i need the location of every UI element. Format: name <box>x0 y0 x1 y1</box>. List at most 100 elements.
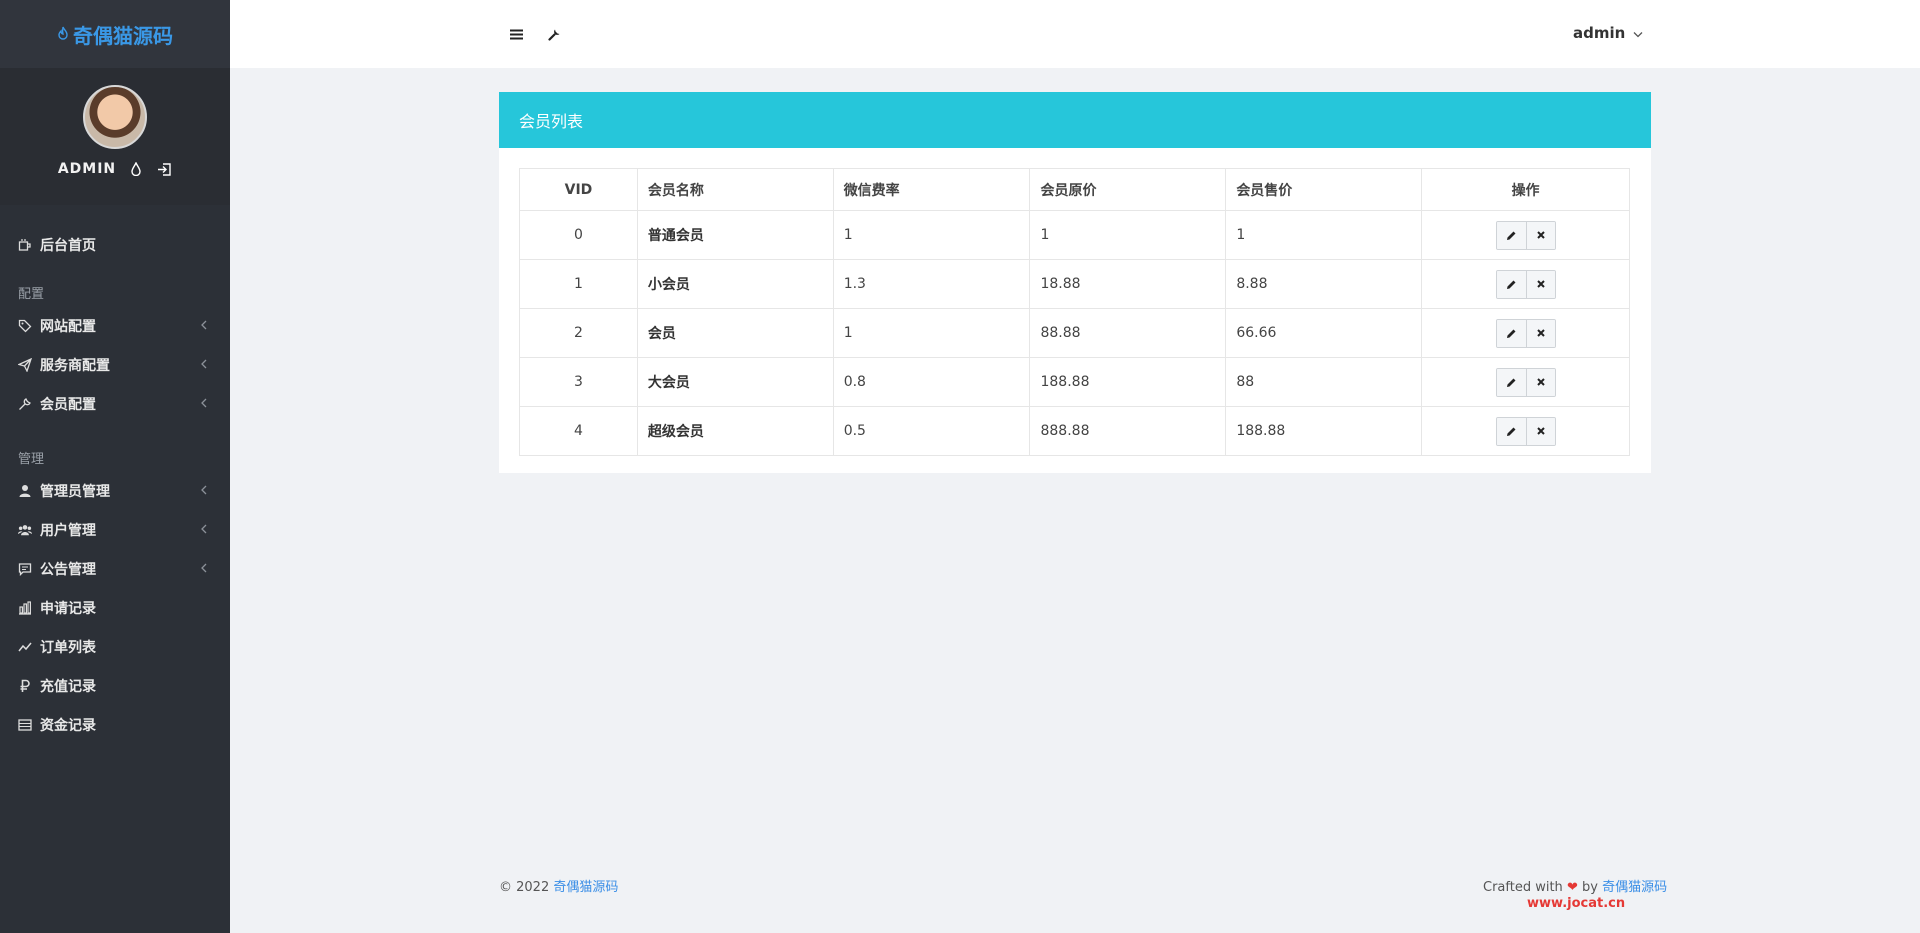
sidebar-item-label: 服务商配置 <box>40 357 110 374</box>
sidebar-item-label: 资金记录 <box>40 717 96 734</box>
edit-button[interactable] <box>1496 417 1526 445</box>
sidebar-item-label: 后台首页 <box>40 237 96 254</box>
wrench-icon <box>18 397 32 411</box>
table-row: 3 大会员 0.8 188.88 88 <box>519 357 1630 407</box>
crafted-link[interactable]: 奇偶猫源码 <box>1602 880 1667 895</box>
cell-actions <box>1421 406 1630 456</box>
sidebar-item-label: 网站配置 <box>40 318 96 335</box>
list-icon <box>18 718 32 732</box>
sidebar-item-label: 订单列表 <box>40 639 96 656</box>
delete-button[interactable] <box>1525 270 1555 298</box>
wrench-icon[interactable] <box>546 26 562 42</box>
user-menu[interactable]: admin <box>1573 24 1643 42</box>
cell-sale-price: 88 <box>1225 357 1423 407</box>
sidebar-item-admin-manage[interactable]: 管理员管理 <box>0 471 230 510</box>
user-menu-name: admin <box>1573 24 1626 42</box>
sidebar-item-fund-records[interactable]: 资金记录 <box>0 705 230 744</box>
paper-plane-icon <box>18 357 32 372</box>
close-icon <box>1536 280 1545 288</box>
sidebar-item-label: 公告管理 <box>40 561 96 578</box>
sidebar-item-notice-manage[interactable]: 公告管理 <box>0 549 230 588</box>
close-icon <box>1536 378 1545 386</box>
cell-rate: 1.3 <box>832 259 1031 309</box>
user-profile: ADMIN <box>0 68 230 205</box>
sidebar-item-label: 申请记录 <box>40 600 96 617</box>
table-row: 0 普通会员 1 1 1 <box>519 210 1630 260</box>
copyright-link[interactable]: 奇偶猫源码 <box>553 880 618 895</box>
pencil-icon <box>1506 280 1516 289</box>
chevron-left-icon <box>198 562 210 574</box>
cell-original-price: 88.88 <box>1029 308 1227 358</box>
sidebar-item-member-config[interactable]: 会员配置 <box>0 384 230 423</box>
column-header-sale-price: 会员售价 <box>1225 168 1423 211</box>
row-actions <box>1495 367 1556 397</box>
pencil-icon <box>1506 427 1516 436</box>
by-text: by <box>1581 880 1598 895</box>
delete-button[interactable] <box>1525 221 1555 249</box>
cell-vid: 2 <box>519 308 638 358</box>
chevron-left-icon <box>198 523 210 535</box>
panel-header: 会员列表 <box>499 92 1651 148</box>
cell-rate: 1 <box>832 308 1031 358</box>
panel-body: VID 会员名称 微信费率 会员原价 会员售价 操作 0 普通会员 1 1 1 <box>499 148 1651 473</box>
brand-name: 奇偶猫源码 <box>73 23 173 48</box>
menu-toggle-icon[interactable] <box>508 26 524 42</box>
cell-original-price: 188.88 <box>1029 357 1227 407</box>
footer-copyright: © 2022 奇偶猫源码 <box>499 876 618 895</box>
sidebar-item-order-list[interactable]: 订单列表 <box>0 627 230 666</box>
message-icon <box>18 562 32 576</box>
sidebar-item-dashboard[interactable]: 后台首页 <box>0 225 230 264</box>
cell-rate: 0.5 <box>832 406 1031 456</box>
sidebar-item-apply-records[interactable]: 申请记录 <box>0 588 230 627</box>
member-table: VID 会员名称 微信费率 会员原价 会员售价 操作 0 普通会员 1 1 1 <box>519 168 1630 456</box>
chevron-left-icon <box>198 397 210 409</box>
cell-original-price: 1 <box>1029 210 1227 260</box>
logout-icon[interactable] <box>156 161 172 177</box>
cell-actions <box>1421 259 1630 309</box>
row-actions <box>1495 318 1556 348</box>
edit-button[interactable] <box>1496 270 1526 298</box>
cell-name: 超级会员 <box>636 406 834 456</box>
delete-button[interactable] <box>1525 417 1555 445</box>
edit-button[interactable] <box>1496 221 1526 249</box>
cell-sale-price: 66.66 <box>1225 308 1423 358</box>
heart-icon: ❤ <box>1566 880 1578 895</box>
ruble-icon <box>18 679 32 693</box>
bar-chart-icon <box>18 600 32 615</box>
cell-actions <box>1421 357 1630 407</box>
chevron-down-icon <box>1633 24 1643 42</box>
sidebar-item-user-manage[interactable]: 用户管理 <box>0 510 230 549</box>
sidebar-item-provider-config[interactable]: 服务商配置 <box>0 345 230 384</box>
sidebar-item-recharge-records[interactable]: 充值记录 <box>0 666 230 705</box>
delete-button[interactable] <box>1525 368 1555 396</box>
pencil-icon <box>1506 329 1516 338</box>
nav-section-manage: 管理 <box>18 451 45 467</box>
profile-name: ADMIN <box>57 161 117 177</box>
sidebar-item-label: 会员配置 <box>40 396 96 413</box>
pencil-icon <box>1506 378 1516 387</box>
column-header-rate: 微信费率 <box>832 168 1031 211</box>
site-url[interactable]: www.jocat.cn <box>1527 896 1625 911</box>
delete-button[interactable] <box>1525 319 1555 347</box>
edit-button[interactable] <box>1496 319 1526 347</box>
theme-drop-icon[interactable] <box>128 161 144 177</box>
chevron-left-icon <box>198 358 210 370</box>
column-header-vid: VID <box>519 168 638 211</box>
sidebar-item-label: 充值记录 <box>40 678 96 695</box>
sidebar-item-site-config[interactable]: 网站配置 <box>0 306 230 345</box>
close-icon <box>1536 427 1545 435</box>
cell-name: 普通会员 <box>636 210 834 260</box>
nav-section-config: 配置 <box>18 286 45 302</box>
coffee-cup-icon <box>18 238 32 252</box>
edit-button[interactable] <box>1496 368 1526 396</box>
crafted-text: Crafted with <box>1483 880 1563 895</box>
brand-logo[interactable]: 奇偶猫源码 <box>0 0 230 68</box>
cell-original-price: 18.88 <box>1029 259 1227 309</box>
sidebar-item-label: 用户管理 <box>40 522 96 539</box>
cell-rate: 0.8 <box>832 357 1031 407</box>
row-actions <box>1495 269 1556 299</box>
cell-sale-price: 8.88 <box>1225 259 1423 309</box>
avatar[interactable] <box>83 85 147 149</box>
topbar: admin <box>230 0 1920 68</box>
line-chart-icon <box>18 640 32 654</box>
